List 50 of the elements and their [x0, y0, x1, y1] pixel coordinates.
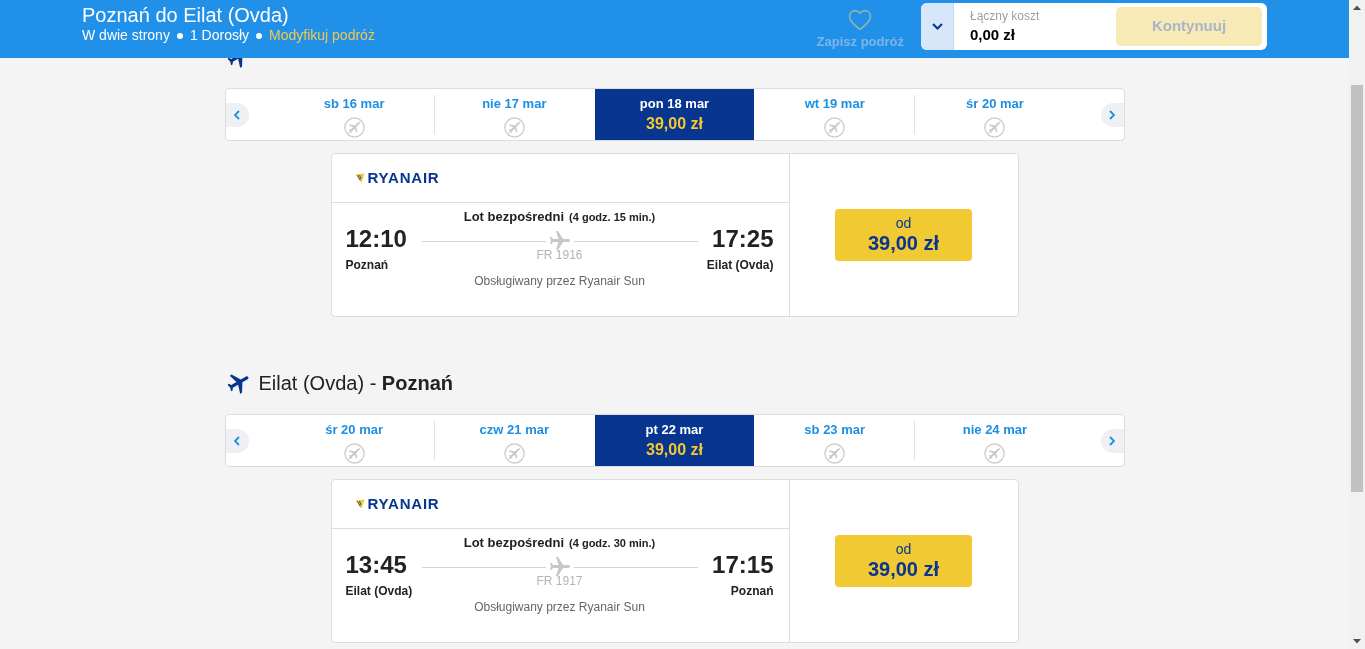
- operator-note: Obsługiwany przez Ryanair Sun: [474, 274, 645, 288]
- previous-dates-button[interactable]: [225, 102, 249, 127]
- flight-type: Lot bezpośredni: [463, 535, 565, 551]
- arrival-airport: Eilat (Ovda): [706, 258, 774, 272]
- fare-button[interactable]: od 39,00 zł: [835, 535, 972, 587]
- cost-details-toggle[interactable]: [921, 3, 954, 50]
- fare-price: 39,00 zł: [646, 114, 703, 134]
- bullet-icon: [256, 32, 263, 39]
- chevron-left-icon: [234, 109, 240, 120]
- previous-dates-button[interactable]: [225, 428, 249, 453]
- arrival-airport: Poznań: [730, 584, 774, 598]
- fare-button[interactable]: od 39,00 zł: [835, 209, 972, 261]
- chevron-left-icon: [234, 435, 240, 446]
- flight-duration: (4 godz. 15 min.): [569, 210, 656, 224]
- departure-time: 13:45: [345, 552, 407, 578]
- arrival-time: 17:15: [712, 552, 774, 578]
- scrollbar-thumb[interactable]: [1351, 85, 1363, 492]
- flight-number: FR 1917: [536, 574, 583, 588]
- chevron-right-icon: [1109, 435, 1115, 446]
- total-cost-value: 0,00 zł: [970, 26, 1017, 44]
- trip-title: Poznań do Eilat (Ovda): [82, 3, 290, 27]
- departure-airport: Eilat (Ovda): [345, 584, 413, 598]
- plane-icon: [549, 231, 570, 251]
- airline-logo-text: RYANAIR: [367, 169, 440, 187]
- date-tab[interactable]: pt 22 mar 39,00 zł: [594, 415, 755, 466]
- flight-duration: (4 godz. 30 min.): [569, 536, 656, 550]
- bullet-icon: [176, 32, 183, 39]
- chevron-down-icon: [931, 23, 943, 30]
- modify-trip-link[interactable]: Modyfikuj podróż: [269, 27, 375, 44]
- harp-icon: [354, 499, 365, 509]
- departure-time: 12:10: [345, 226, 407, 252]
- flight-number: FR 1916: [536, 248, 583, 262]
- operator-note: Obsługiwany przez Ryanair Sun: [474, 600, 645, 614]
- departure-airport: Poznań: [345, 258, 389, 272]
- next-dates-button[interactable]: [1100, 102, 1124, 127]
- trip-type: W dwie strony: [82, 27, 170, 44]
- next-dates-button[interactable]: [1100, 428, 1124, 453]
- airline-logo-text: RYANAIR: [367, 495, 440, 513]
- chevron-right-icon: [1109, 109, 1115, 120]
- journey-title: Eilat (Ovda) - Poznań: [258, 371, 453, 395]
- fare-price: 39,00 zł: [646, 440, 703, 460]
- date-tab[interactable]: pon 18 mar 39,00 zł: [594, 89, 755, 140]
- heart-icon: [848, 9, 873, 31]
- total-cost-label: Łączny koszt: [970, 9, 1040, 24]
- arrival-time: 17:25: [712, 226, 774, 252]
- harp-icon: [354, 173, 365, 183]
- flight-type: Lot bezpośredni: [463, 209, 565, 225]
- plane-icon: [227, 372, 250, 394]
- plane-icon: [549, 557, 570, 577]
- passenger-count: 1 Dorosły: [189, 27, 250, 44]
